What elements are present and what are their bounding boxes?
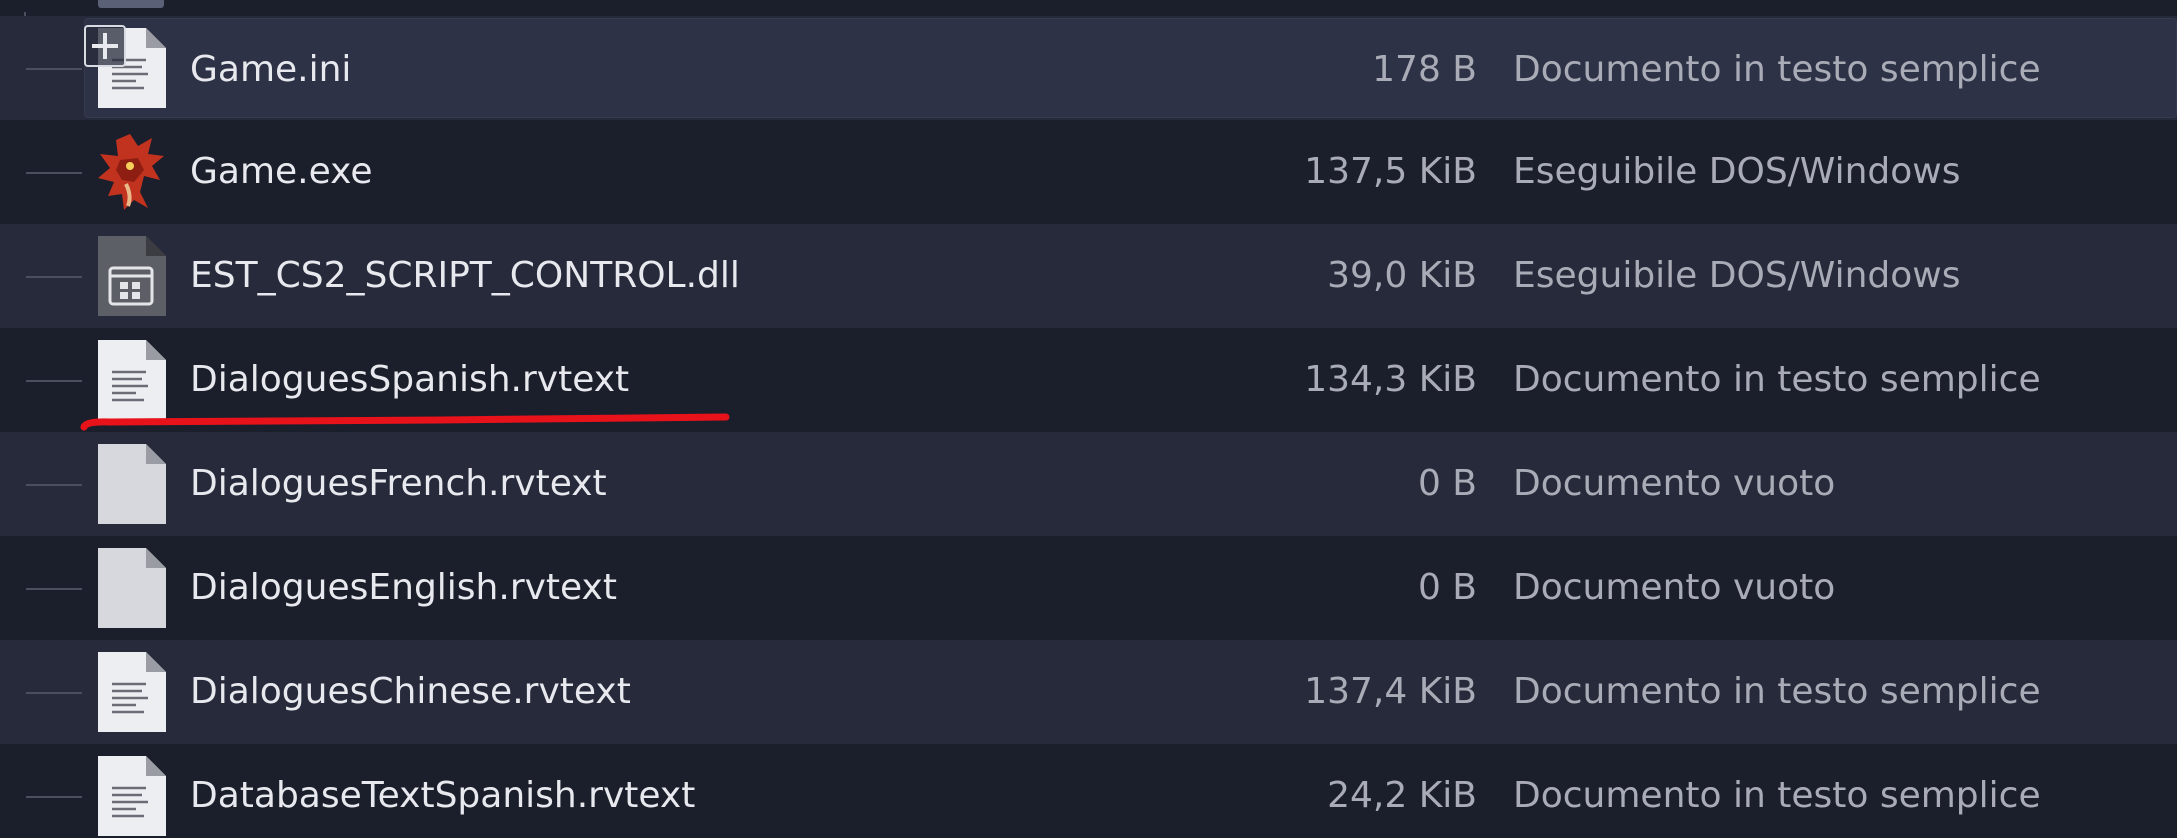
file-size: 137,5 KiB — [1304, 151, 1477, 192]
file-size: 134,3 KiB — [1304, 359, 1477, 400]
file-row-partial[interactable] — [0, 0, 2177, 12]
file-type: Documento in testo semplice — [1513, 359, 2041, 400]
tree-branch-line — [26, 588, 82, 590]
text-file-icon — [96, 338, 168, 422]
file-size: 24,2 KiB — [1327, 775, 1477, 816]
tree-branch-line — [26, 692, 82, 694]
dragon-app-icon — [90, 130, 170, 214]
file-name[interactable]: DialoguesFrench.rvtext — [190, 432, 607, 536]
file-name[interactable]: DatabaseTextSpanish.rvtext — [190, 744, 695, 838]
file-type: Documento vuoto — [1513, 463, 1836, 504]
file-type: Documento in testo semplice — [1513, 671, 2041, 712]
file-name[interactable]: DialoguesChinese.rvtext — [190, 640, 631, 744]
file-size: 0 B — [1417, 567, 1477, 608]
tree-branch-line — [26, 484, 82, 486]
tree-branch-line — [26, 172, 82, 174]
file-list-view: Game.ini 178 B Documento in testo sempli… — [0, 0, 2177, 838]
file-type: Documento in testo semplice — [1513, 49, 2041, 90]
file-name[interactable]: EST_CS2_SCRIPT_CONTROL.dll — [190, 224, 740, 328]
tree-branch-line — [26, 796, 82, 798]
file-icon — [98, 0, 164, 8]
file-size: 178 B — [1372, 49, 1477, 90]
empty-file-icon — [96, 546, 168, 630]
empty-file-icon — [96, 442, 168, 526]
file-name[interactable]: DialoguesEnglish.rvtext — [190, 536, 617, 640]
file-type: Eseguibile DOS/Windows — [1513, 151, 1961, 192]
file-type: Documento in testo semplice — [1513, 775, 2041, 816]
text-file-icon — [96, 754, 168, 838]
file-type: Documento vuoto — [1513, 567, 1836, 608]
file-size: 0 B — [1417, 463, 1477, 504]
tree-branch-line — [26, 68, 82, 70]
tree-branch-line — [26, 380, 82, 382]
file-size: 137,4 KiB — [1304, 671, 1477, 712]
file-type: Eseguibile DOS/Windows — [1513, 255, 1961, 296]
select-toggle-plus-icon[interactable] — [84, 25, 126, 67]
file-name[interactable]: Game.ini — [190, 18, 351, 122]
red-annotation-underline — [80, 413, 730, 431]
dll-library-icon — [96, 234, 168, 318]
file-name[interactable]: Game.exe — [190, 120, 372, 224]
tree-branch-line — [26, 276, 82, 278]
text-file-icon — [96, 650, 168, 734]
file-size: 39,0 KiB — [1327, 255, 1477, 296]
